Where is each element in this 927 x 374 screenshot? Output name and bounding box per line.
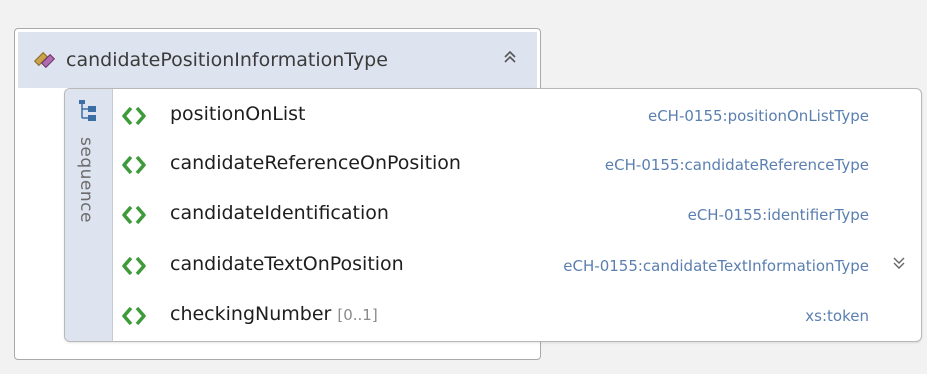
element-icon: [122, 105, 146, 127]
element-type[interactable]: eCH-0155:candidateTextInformationType: [563, 257, 869, 275]
element-icon: [122, 204, 146, 226]
element-name: positionOnList: [170, 103, 306, 125]
sequence-box: sequence positionOnList eCH-0155:positio…: [64, 88, 922, 342]
element-row[interactable]: checkingNumber [0..1] xs:token: [112, 298, 921, 334]
element-type[interactable]: eCH-0155:candidateReferenceType: [605, 156, 869, 174]
element-name: candidateIdentification: [170, 202, 389, 224]
element-icon: [122, 154, 146, 176]
chevron-double-up-icon[interactable]: [501, 48, 519, 70]
sequence-label: sequence: [76, 137, 96, 223]
element-type[interactable]: eCH-0155:identifierType: [688, 206, 869, 224]
element-name: checkingNumber [0..1]: [170, 303, 378, 325]
element-icon: [122, 305, 146, 327]
complex-type-name: candidatePositionInformationType: [66, 49, 388, 71]
complex-type-header[interactable]: candidatePositionInformationType: [18, 32, 537, 88]
element-icon: [122, 255, 146, 277]
element-type[interactable]: xs:token: [805, 307, 869, 325]
element-name: candidateTextOnPosition: [170, 253, 404, 275]
element-occurs: [0..1]: [337, 306, 378, 324]
complex-type-icon: [32, 47, 58, 73]
element-row[interactable]: candidateTextOnPosition eCH-0155:candida…: [112, 248, 921, 284]
element-type[interactable]: eCH-0155:positionOnListType: [648, 107, 869, 125]
element-row[interactable]: candidateIdentification eCH-0155:identif…: [112, 197, 921, 233]
sequence-sidebar: sequence: [65, 89, 113, 341]
element-name: candidateReferenceOnPosition: [170, 152, 461, 174]
element-row[interactable]: candidateReferenceOnPosition eCH-0155:ca…: [112, 147, 921, 183]
sequence-icon: [78, 99, 98, 121]
element-row[interactable]: positionOnList eCH-0155:positionOnListTy…: [112, 98, 921, 134]
chevron-double-down-icon[interactable]: [893, 256, 905, 276]
